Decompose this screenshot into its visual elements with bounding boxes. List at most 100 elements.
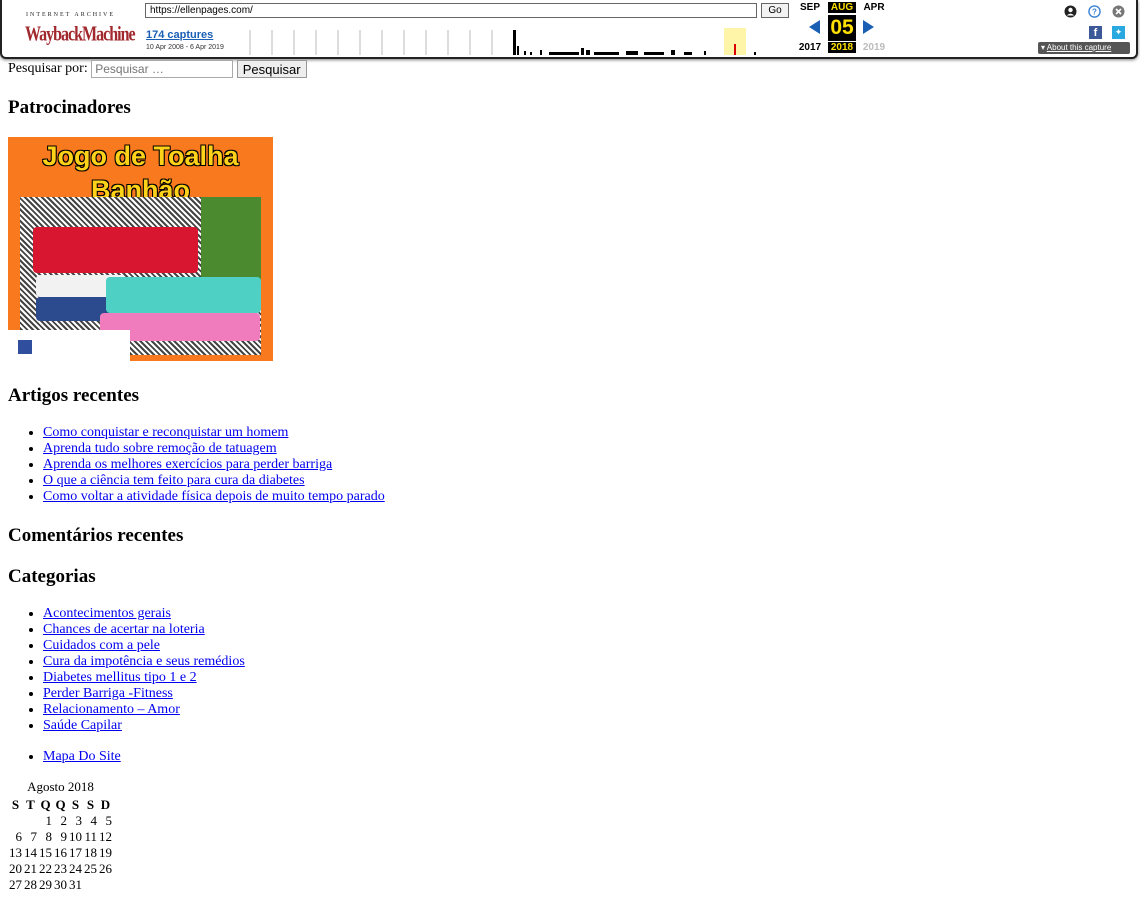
calendar-day: 26 xyxy=(99,861,112,876)
calendar-day: 28 xyxy=(24,877,37,892)
recent-post-link[interactable]: Aprenda os melhores exercícios para perd… xyxy=(43,457,332,472)
categories-heading: Categorias xyxy=(8,566,96,587)
calendar-day: 1 xyxy=(45,813,53,828)
current-year: 2018 xyxy=(828,42,856,53)
calendar-day: 16 xyxy=(54,845,67,860)
list-item: Aprenda os melhores exercícios para perd… xyxy=(43,457,385,473)
search-input[interactable] xyxy=(91,60,234,78)
category-link[interactable]: Acontecimentos gerais xyxy=(43,606,171,621)
calendar-day: 14 xyxy=(24,845,37,860)
calendar-day: 17 xyxy=(69,845,82,860)
category-link[interactable]: Diabetes mellitus tipo 1 e 2 xyxy=(43,670,197,685)
category-link[interactable]: Saúde Capilar xyxy=(43,718,122,733)
calendar-day: 4 xyxy=(90,813,98,828)
calendar-day xyxy=(8,813,23,829)
facebook-icon[interactable]: f xyxy=(1089,26,1102,39)
calendar-day: 29 xyxy=(39,877,52,892)
shoptime-logo: shoptime xyxy=(8,330,130,361)
category-link[interactable]: Perder Barriga -Fitness xyxy=(43,686,173,701)
calendar-day: 19 xyxy=(99,845,112,860)
calendar-day: 5 xyxy=(105,813,113,828)
calendar-day: 24 xyxy=(69,861,82,876)
weekday-label: S xyxy=(11,797,20,812)
user-icon[interactable] xyxy=(1064,5,1077,18)
recent-post-link[interactable]: Como voltar a atividade física depois de… xyxy=(43,489,385,504)
list-item: Diabetes mellitus tipo 1 e 2 xyxy=(43,670,245,686)
sitemap-link[interactable]: Mapa Do Site xyxy=(43,749,121,764)
go-button[interactable]: Go xyxy=(761,3,789,18)
weekday-label: D xyxy=(100,797,111,812)
calendar-day: 12 xyxy=(99,829,112,844)
current-month: AUG xyxy=(828,2,856,13)
current-day: 05 xyxy=(828,15,856,41)
wayback-logo[interactable]: INTERNET ARCHIVE WaybackMachine xyxy=(6,4,144,54)
calendar-day: 6 xyxy=(15,829,23,844)
list-item: Perder Barriga -Fitness xyxy=(43,686,245,702)
help-icon[interactable]: ? xyxy=(1088,5,1101,18)
list-item: Cura da impotência e seus remédios xyxy=(43,654,245,670)
sitemap-list: Mapa Do Site xyxy=(0,749,121,765)
calendar-day: 7 xyxy=(30,829,38,844)
recent-post-link[interactable]: O que a ciência tem feito para cura da d… xyxy=(43,473,305,488)
next-capture-arrow-icon[interactable] xyxy=(863,20,874,34)
prev-capture-arrow-icon[interactable] xyxy=(809,20,820,34)
calendar-weekdays: S T Q Q S S D xyxy=(8,797,113,813)
recent-post-link[interactable]: Aprenda tudo sobre remoção de tatuagem xyxy=(43,441,277,456)
weekday-label: T xyxy=(26,797,35,812)
prev-year[interactable]: 2017 xyxy=(796,42,824,53)
calendar-day: 10 xyxy=(69,829,82,844)
about-capture-button[interactable]: ▾ About this capture xyxy=(1038,42,1130,54)
calendar-day: 13 xyxy=(9,845,22,860)
calendar-day: 22 xyxy=(39,861,52,876)
list-item: Saúde Capilar xyxy=(43,718,245,734)
current-capture-marker xyxy=(734,44,736,55)
calendar: Agosto 2018 S T Q Q S S D 12345 6 7 8 9 10 11… xyxy=(8,779,113,893)
weekday-label: Q xyxy=(40,797,51,812)
recent-posts-list: Como conquistar e reconquistar um homem … xyxy=(0,425,385,505)
twitter-icon[interactable]: ✦ xyxy=(1112,26,1125,39)
capture-sparkline[interactable] xyxy=(234,24,782,55)
recent-comments-heading: Comentários recentes xyxy=(8,525,184,546)
calendar-week: 6 7 8 9 10 11 12 xyxy=(8,829,113,845)
list-item: O que a ciência tem feito para cura da d… xyxy=(43,473,385,489)
ad-title-line1: Jogo de Toalha xyxy=(42,141,239,171)
calendar-week: 13 14 15 16 17 18 19 xyxy=(8,845,113,861)
calendar-week: 20 21 22 23 24 25 26 xyxy=(8,861,113,877)
list-item: Acontecimentos gerais xyxy=(43,606,245,622)
captures-link[interactable]: 174 captures xyxy=(146,29,213,41)
prev-month[interactable]: SEP xyxy=(796,2,824,13)
next-year[interactable]: 2019 xyxy=(860,42,888,53)
recent-post-link[interactable]: Como conquistar e reconquistar um homem xyxy=(43,425,288,440)
calendar-day xyxy=(23,813,38,829)
calendar-day: 20 xyxy=(9,861,22,876)
wayback-toolbar: INTERNET ARCHIVE WaybackMachine https://… xyxy=(0,0,1138,59)
calendar-day: 31 xyxy=(69,877,82,892)
calendar-day: 2 xyxy=(60,813,68,828)
calendar-day xyxy=(83,877,98,893)
calendar-day: 9 xyxy=(60,829,68,844)
list-item: Aprenda tudo sobre remoção de tatuagem xyxy=(43,441,385,457)
list-item: Como voltar a atividade física depois de… xyxy=(43,489,385,505)
category-link[interactable]: Relacionamento – Amor xyxy=(43,702,180,717)
capture-date-range: 10 Apr 2008 - 6 Apr 2019 xyxy=(146,44,224,51)
calendar-day: 21 xyxy=(24,861,37,876)
calendar-day: 30 xyxy=(54,877,67,892)
calendar-day: 23 xyxy=(54,861,67,876)
list-item: Cuidados com a pele xyxy=(43,638,245,654)
red-towel xyxy=(33,227,198,273)
calendar-caption: Agosto 2018 xyxy=(27,779,94,794)
calendar-day xyxy=(98,877,113,893)
close-icon[interactable] xyxy=(1112,5,1125,18)
wayback-machine-label: WaybackMachine xyxy=(25,23,136,46)
wayback-url-input[interactable]: https://ellenpages.com/ xyxy=(145,3,757,18)
calendar-day: 11 xyxy=(84,829,97,844)
category-link[interactable]: Chances de acertar na loteria xyxy=(43,622,205,637)
weekday-label: Q xyxy=(55,797,66,812)
category-link[interactable]: Cuidados com a pele xyxy=(43,638,160,653)
calendar-day: 3 xyxy=(75,813,83,828)
sponsor-ad-banner[interactable]: Jogo de Toalha Banhão shoptime xyxy=(8,137,273,361)
search-button[interactable]: Pesquisar xyxy=(236,60,307,78)
calendar-day: 15 xyxy=(39,845,52,860)
next-month[interactable]: APR xyxy=(860,2,888,13)
category-link[interactable]: Cura da impotência e seus remédios xyxy=(43,654,245,669)
